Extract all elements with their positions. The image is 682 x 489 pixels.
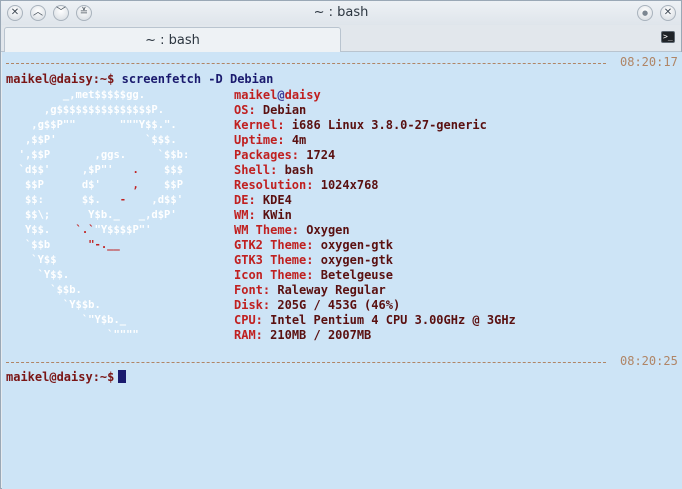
separator-line	[6, 362, 606, 363]
info-key: Disk:	[234, 298, 271, 312]
info-value: i686 Linux 3.8.0-27-generic	[291, 118, 487, 132]
logo-line: `d$$' ,$P"' . $$$	[6, 164, 184, 176]
window-menu-button[interactable]: ●	[637, 5, 653, 21]
info-value: 1724	[306, 148, 336, 162]
info-value: 210MB / 2007MB	[270, 328, 372, 342]
info-value: Raleway Regular	[277, 283, 386, 297]
timestamp: 08:20:25	[620, 354, 678, 368]
info-row: WM: KWin	[234, 208, 516, 223]
info-key: WM:	[234, 208, 256, 222]
user-name: maikel	[234, 88, 278, 102]
info-key: Packages:	[234, 148, 300, 162]
info-key: Kernel:	[234, 118, 285, 132]
logo-line: ,g$$P"" """Y$$.".	[6, 119, 177, 131]
info-row: RAM: 210MB / 2007MB	[234, 328, 516, 343]
info-row: Font: Raleway Regular	[234, 283, 516, 298]
text-cursor	[118, 370, 127, 383]
logo-line: $$P d$' , $$P	[6, 179, 184, 191]
debian-logo-ascii: _,met$$$$$gg. ,g$$$$$$$$$$$$$$$P. ,g$$P"…	[6, 88, 190, 343]
logo-line: `$$b "-.__	[6, 239, 120, 251]
logo-line: _,met$$$$$gg.	[6, 89, 146, 101]
logo-line: $$: $$. - ,d$$'	[6, 194, 184, 206]
info-row: GTK2 Theme: oxygen-gtk	[234, 238, 516, 253]
logo-line: ,$$P' `$$$.	[6, 134, 177, 146]
info-key: OS:	[234, 103, 256, 117]
window-title: ~ : bash	[313, 5, 369, 20]
logo-line: Y$$. `.`"Y$$$$P"'	[6, 224, 152, 236]
user-host: maikel@daisy	[234, 88, 516, 103]
window-close-button[interactable]: ✕	[660, 5, 676, 21]
logo-line: `Y$$b.	[6, 299, 101, 311]
info-value: Oxygen	[306, 223, 350, 237]
info-row: DE: KDE4	[234, 193, 516, 208]
info-value: Intel Pentium 4 CPU 3.00GHz @ 3GHz	[270, 313, 516, 327]
info-row: Icon Theme: Betelgeuse	[234, 268, 516, 283]
logo-line: $$\; Y$b._ _,d$P'	[6, 209, 177, 221]
info-row: Kernel: i686 Linux 3.8.0-27-generic	[234, 118, 516, 133]
info-key: DE:	[234, 193, 256, 207]
info-value: 205G / 453G (46%)	[277, 298, 401, 312]
info-value: bash	[284, 163, 314, 177]
logo-line: `$$b.	[6, 284, 82, 296]
info-key: CPU:	[234, 313, 263, 327]
host-name: daisy	[284, 88, 321, 102]
close-icon: ✕	[663, 7, 673, 18]
info-key: Uptime:	[234, 133, 285, 147]
info-row: OS: Debian	[234, 103, 516, 118]
logo-line: `Y$$.	[6, 269, 70, 281]
info-row: Shell: bash	[234, 163, 516, 178]
info-value: oxygen-gtk	[320, 238, 393, 252]
info-key: WM Theme:	[234, 223, 300, 237]
logo-line: ,g$$$$$$$$$$$$$$$P.	[6, 104, 165, 116]
info-key: GTK2 Theme:	[234, 238, 314, 252]
terminal-window: ✕ ︿ ﹀ ≚ ~ : bash ● ✕ >_ ~ : bash >_ 08:2…	[0, 0, 682, 489]
info-value: Betelgeuse	[320, 268, 393, 282]
dot-icon: ●	[641, 9, 649, 17]
logo-line: `""""	[6, 329, 139, 341]
info-key: GTK3 Theme:	[234, 253, 314, 267]
new-tab-terminal-icon[interactable]: >_	[661, 31, 675, 43]
info-key: RAM:	[234, 328, 263, 342]
info-row: Disk: 205G / 453G (46%)	[234, 298, 516, 313]
info-row: Packages: 1724	[234, 148, 516, 163]
title-bar[interactable]: ✕ ︿ ﹀ ≚ ~ : bash ● ✕	[1, 1, 681, 25]
info-row: Uptime: 4m	[234, 133, 516, 148]
info-row: GTK3 Theme: oxygen-gtk	[234, 253, 516, 268]
command-line: maikel@daisy:~$ screenfetch -D Debian	[6, 72, 273, 87]
prompt: maikel@daisy:~$	[6, 72, 115, 86]
info-value: 4m	[291, 133, 307, 147]
info-key: Font:	[234, 283, 271, 297]
info-key: Resolution:	[234, 178, 314, 192]
separator-line	[6, 63, 606, 64]
info-row: Resolution: 1024x768	[234, 178, 516, 193]
info-value: Debian	[262, 103, 307, 117]
tab-bar: >_ ~ : bash >_	[1, 25, 681, 52]
info-row: CPU: Intel Pentium 4 CPU 3.00GHz @ 3GHz	[234, 313, 516, 328]
info-key: Shell:	[234, 163, 278, 177]
info-value: KWin	[262, 208, 292, 222]
terminal-area[interactable]: 08:20:17 maikel@daisy:~$ screenfetch -D …	[2, 52, 682, 489]
info-value: oxygen-gtk	[320, 253, 393, 267]
command-line[interactable]: maikel@daisy:~$	[6, 370, 127, 385]
info-value: KDE4	[262, 193, 292, 207]
info-row: WM Theme: Oxygen	[234, 223, 516, 238]
logo-line: ',$$P ,ggs. `$$b:	[6, 149, 190, 161]
prompt: maikel@daisy:~$	[6, 370, 115, 384]
command-text: screenfetch -D Debian	[121, 72, 274, 86]
logo-line: `Y$$	[6, 254, 57, 266]
info-value: 1024x768	[320, 178, 379, 192]
timestamp: 08:20:17	[620, 55, 678, 69]
tab-label: ~ : bash	[145, 33, 200, 48]
logo-line: `"Y$b._	[6, 314, 127, 326]
tab-bash[interactable]: ~ : bash	[4, 27, 341, 52]
at-sign: @	[277, 88, 285, 102]
info-key: Icon Theme:	[234, 268, 314, 282]
system-info: maikel@daisy OS: Debian Kernel: i686 Lin…	[234, 88, 516, 343]
